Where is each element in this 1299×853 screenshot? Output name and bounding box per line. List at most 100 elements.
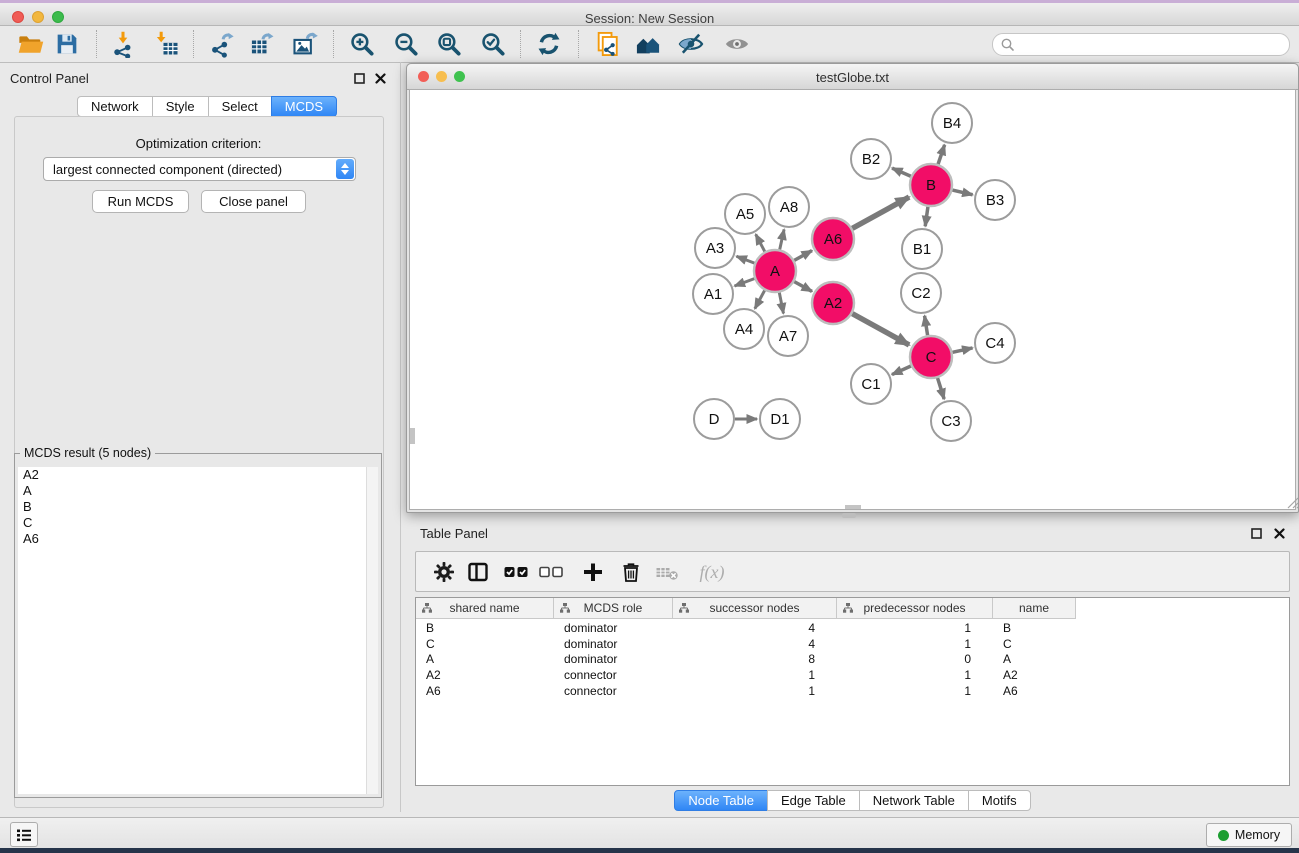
tab-select[interactable]: Select — [208, 96, 272, 117]
mcds-result-item[interactable]: C — [18, 515, 378, 531]
graph-edge-C-C3[interactable] — [938, 378, 945, 399]
cell-predecessor-nodes[interactable]: 1 — [837, 684, 993, 698]
graph-node-B3[interactable]: B3 — [975, 180, 1015, 220]
tab-node-table[interactable]: Node Table — [674, 790, 768, 811]
close-panel-button[interactable]: Close panel — [201, 190, 306, 213]
graph-node-C2[interactable]: C2 — [901, 273, 941, 313]
cell-successor-nodes[interactable]: 1 — [673, 684, 837, 698]
column-header-name[interactable]: name — [993, 598, 1076, 619]
mcds-result-item[interactable]: A — [18, 483, 378, 499]
graph-node-B1[interactable]: B1 — [902, 229, 942, 269]
column-layout-icon[interactable] — [464, 559, 492, 585]
delete-column-icon[interactable] — [617, 559, 645, 585]
table-row[interactable]: A6connector11A6 — [416, 683, 1289, 699]
open-session-icon[interactable] — [16, 29, 46, 59]
graph-edge-A-A1[interactable] — [735, 279, 755, 286]
zoom-in-icon[interactable] — [347, 29, 377, 59]
graph-node-A1[interactable]: A1 — [693, 274, 733, 314]
graph-edge-B-B1[interactable] — [925, 207, 928, 226]
cell-name[interactable]: A2 — [993, 668, 1076, 682]
cell-shared-name[interactable]: B — [416, 621, 554, 635]
tab-style[interactable]: Style — [152, 96, 209, 117]
graph-node-B2[interactable]: B2 — [851, 139, 891, 179]
show-selected-icon[interactable] — [722, 29, 752, 59]
cell-predecessor-nodes[interactable]: 1 — [837, 621, 993, 635]
zoom-out-icon[interactable] — [391, 29, 421, 59]
cell-shared-name[interactable]: A — [416, 652, 554, 666]
float-table-panel-icon[interactable] — [1250, 527, 1263, 540]
deselect-all-checkbox-icon[interactable] — [537, 559, 565, 585]
column-header-successor-nodes[interactable]: successor nodes — [673, 598, 837, 619]
column-header-predecessor-nodes[interactable]: predecessor nodes — [837, 598, 993, 619]
cell-shared-name[interactable]: A2 — [416, 668, 554, 682]
graph-node-A6[interactable]: A6 — [812, 218, 854, 260]
network-file-icon[interactable] — [593, 29, 623, 59]
cell-predecessor-nodes[interactable]: 1 — [837, 637, 993, 651]
graph-node-C1[interactable]: C1 — [851, 364, 891, 404]
optimization-select[interactable]: largest connected component (directed) — [43, 157, 356, 181]
close-panel-icon[interactable] — [374, 72, 387, 85]
splitter-handle[interactable] — [842, 513, 856, 518]
task-history-button[interactable] — [10, 822, 38, 847]
import-network-icon[interactable] — [108, 29, 138, 59]
cell-name[interactable]: C — [993, 637, 1076, 651]
graph-edge-B-B2[interactable] — [892, 168, 911, 176]
graph-node-A[interactable]: A — [754, 250, 796, 292]
cell-MCDS-role[interactable]: connector — [554, 684, 673, 698]
export-network-icon[interactable] — [207, 29, 237, 59]
graph-node-C[interactable]: C — [910, 336, 952, 378]
cell-MCDS-role[interactable]: dominator — [554, 637, 673, 651]
graph-node-C3[interactable]: C3 — [931, 401, 971, 441]
mcds-result-item[interactable]: A2 — [18, 467, 378, 483]
graph-edge-C-C4[interactable] — [952, 348, 972, 352]
hide-selected-icon[interactable] — [676, 29, 706, 59]
graph-node-A4[interactable]: A4 — [724, 309, 764, 349]
cell-successor-nodes[interactable]: 4 — [673, 637, 837, 651]
network-window-titlebar[interactable]: testGlobe.txt — [407, 64, 1298, 90]
run-mcds-button[interactable]: Run MCDS — [92, 190, 189, 213]
cell-successor-nodes[interactable]: 8 — [673, 652, 837, 666]
search-input[interactable] — [1017, 37, 1289, 53]
graph-node-D1[interactable]: D1 — [760, 399, 800, 439]
cell-successor-nodes[interactable]: 1 — [673, 668, 837, 682]
cell-shared-name[interactable]: A6 — [416, 684, 554, 698]
graph-edge-B-B3[interactable] — [952, 190, 972, 195]
panel-divider[interactable] — [400, 62, 401, 812]
graph-node-A3[interactable]: A3 — [695, 228, 735, 268]
cell-shared-name[interactable]: C — [416, 637, 554, 651]
graph-edge-A6-B[interactable] — [852, 197, 909, 228]
cell-MCDS-role[interactable]: dominator — [554, 621, 673, 635]
graph-edge-A-A4[interactable] — [755, 290, 765, 308]
select-all-checkbox-icon[interactable] — [502, 559, 530, 585]
export-image-icon[interactable] — [290, 29, 320, 59]
table-row[interactable]: Bdominator41B — [416, 620, 1289, 636]
tab-edge-table[interactable]: Edge Table — [767, 790, 860, 811]
add-column-icon[interactable] — [579, 559, 607, 585]
cell-successor-nodes[interactable]: 4 — [673, 621, 837, 635]
cell-MCDS-role[interactable]: connector — [554, 668, 673, 682]
home-icon[interactable] — [633, 29, 663, 59]
delete-table-icon[interactable] — [653, 559, 681, 585]
tab-mcds[interactable]: MCDS — [271, 96, 337, 117]
graph-edge-C-C1[interactable] — [892, 366, 911, 375]
column-header-shared-name[interactable]: shared name — [416, 598, 554, 619]
network-canvas[interactable]: AA1A2A3A4A5A6A7A8BB1B2B3B4CC1C2C3C4DD1 — [409, 89, 1296, 510]
graph-edge-A-A2[interactable] — [794, 282, 812, 292]
cell-MCDS-role[interactable]: dominator — [554, 652, 673, 666]
graph-node-D[interactable]: D — [694, 399, 734, 439]
mcds-result-item[interactable]: A6 — [18, 531, 378, 547]
refresh-icon[interactable] — [534, 29, 564, 59]
graph-edge-A-A3[interactable] — [736, 256, 754, 263]
graph-node-B4[interactable]: B4 — [932, 103, 972, 143]
table-row[interactable]: Cdominator41C — [416, 636, 1289, 652]
function-builder-icon[interactable]: f(x) — [694, 559, 730, 585]
export-table-icon[interactable] — [248, 29, 278, 59]
cell-name[interactable]: A — [993, 652, 1076, 666]
graph-node-A5[interactable]: A5 — [725, 194, 765, 234]
table-row[interactable]: A2connector11A2 — [416, 667, 1289, 683]
graph-node-A8[interactable]: A8 — [769, 187, 809, 227]
cell-name[interactable]: B — [993, 621, 1076, 635]
zoom-selected-icon[interactable] — [478, 29, 508, 59]
float-panel-icon[interactable] — [353, 72, 366, 85]
mcds-result-item[interactable]: B — [18, 499, 378, 515]
